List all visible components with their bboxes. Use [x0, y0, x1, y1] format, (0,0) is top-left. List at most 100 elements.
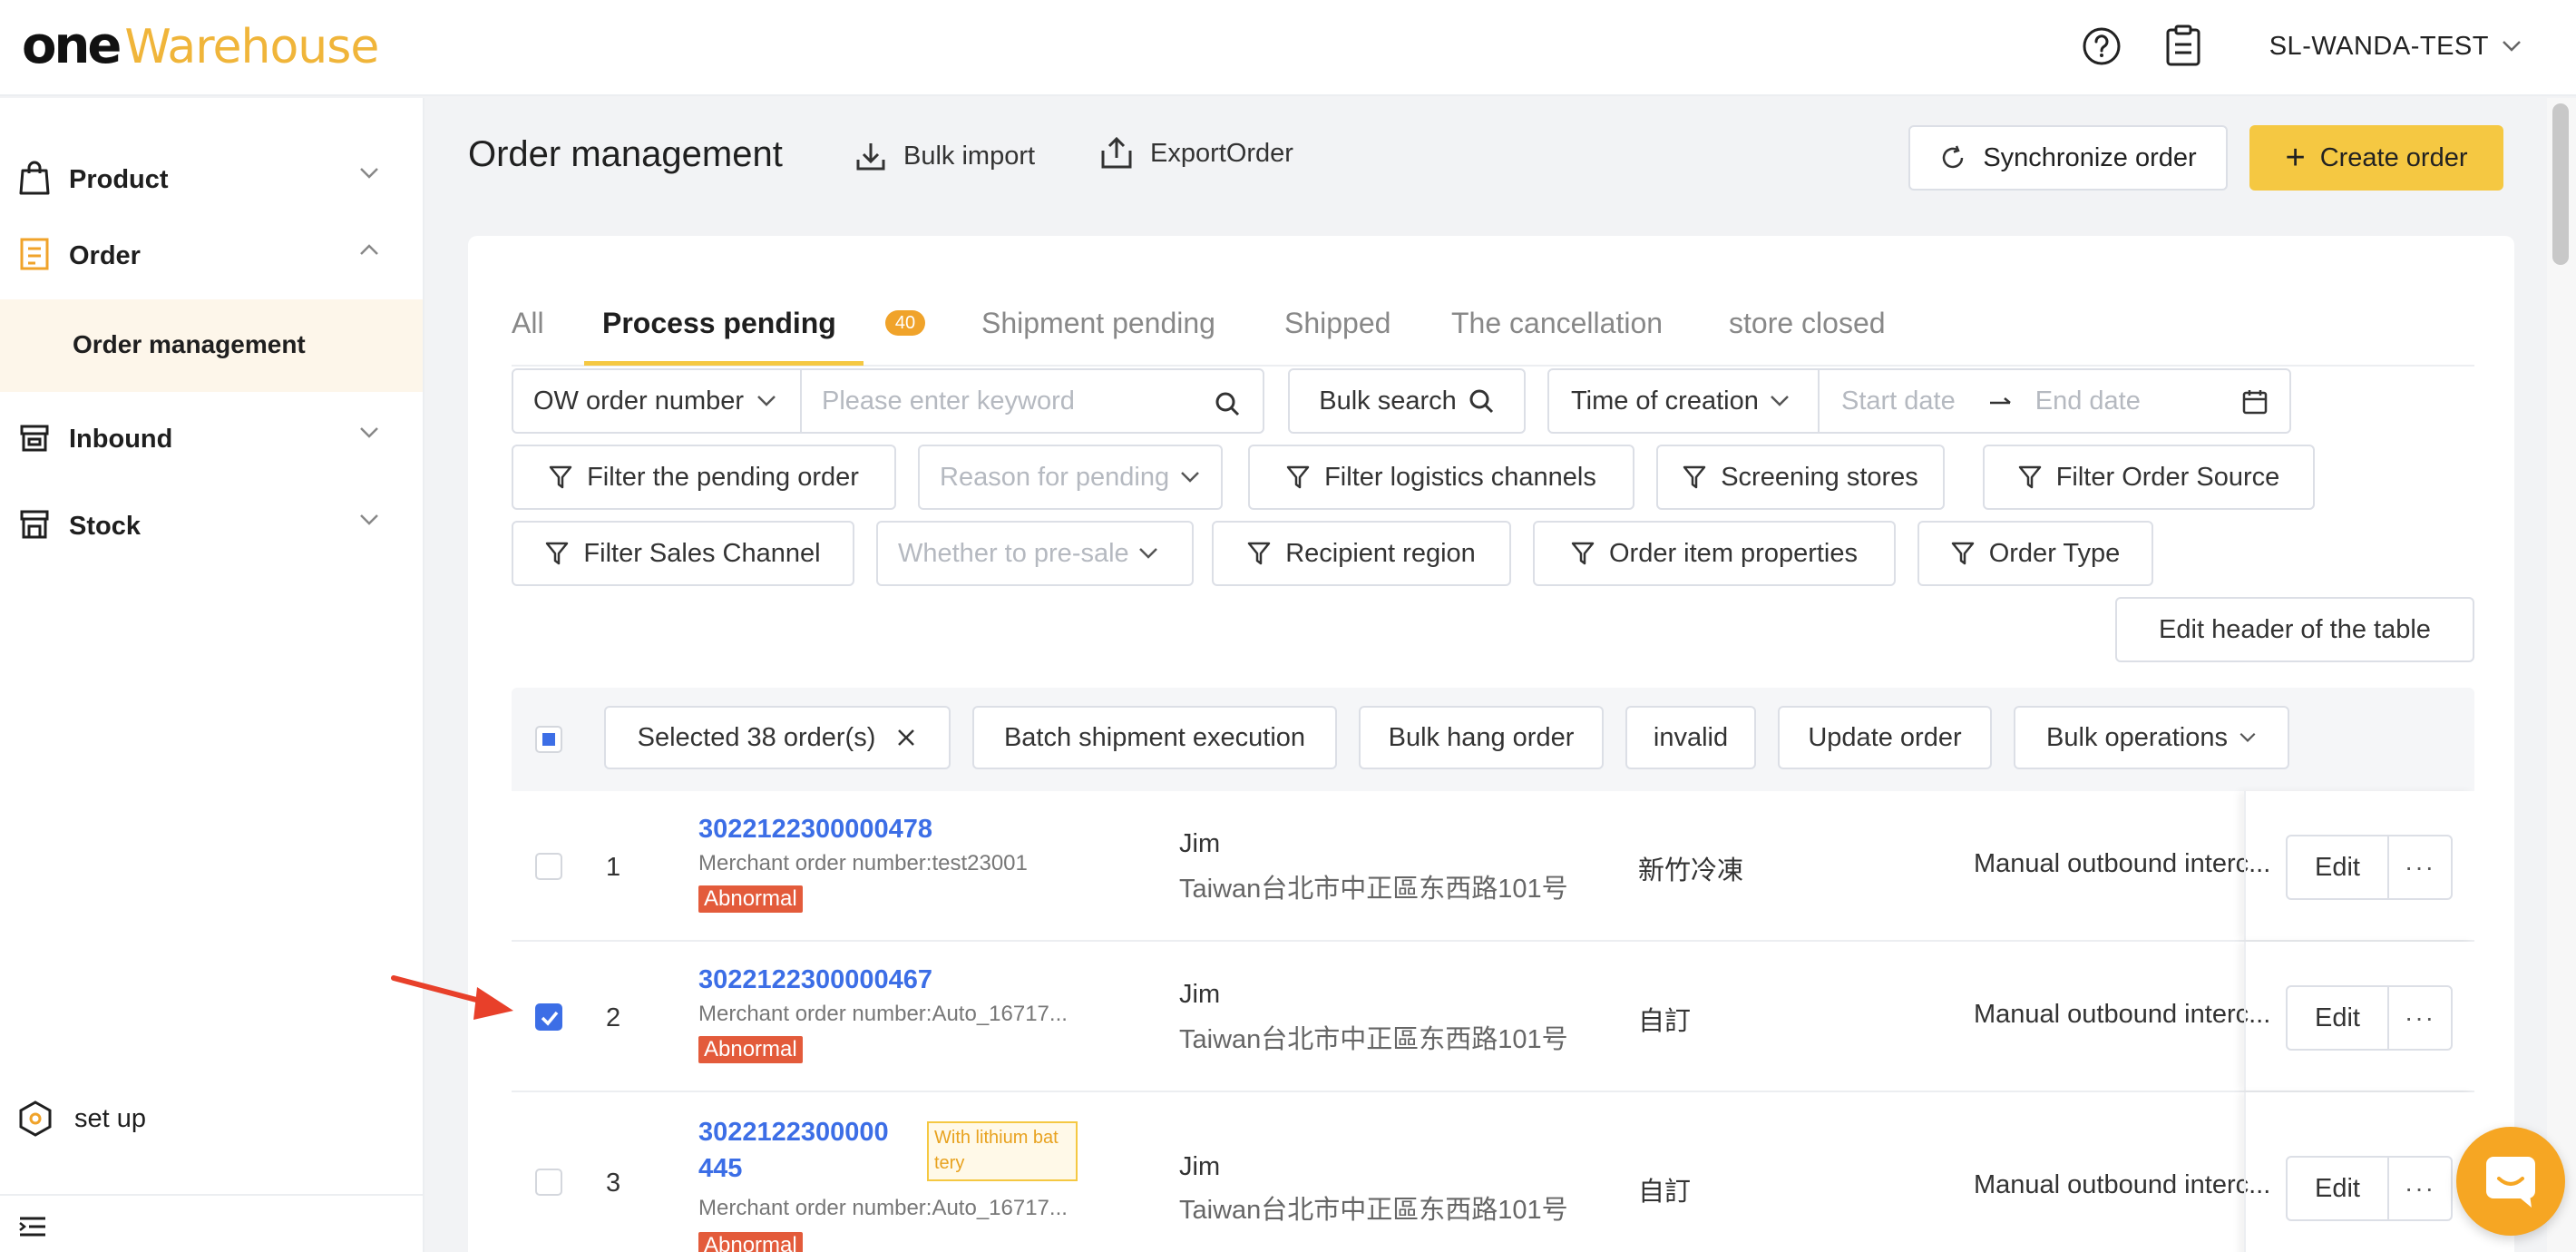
tab-cancellation[interactable]: The cancellation — [1451, 307, 1663, 340]
bag-icon — [19, 161, 50, 195]
header-actions: SL-WANDA-TEST — [2079, 18, 2522, 74]
edit-table-header-button[interactable]: Edit header of the table — [2115, 597, 2474, 662]
recipient-name: Jim — [1179, 1152, 1221, 1181]
sidebar-subitem-order-management[interactable]: Order management — [0, 299, 423, 392]
filter-sales-channel-button[interactable]: Filter Sales Channel — [512, 521, 854, 586]
chat-support-button[interactable] — [2456, 1127, 2565, 1236]
recipient-region-label: Recipient region — [1285, 538, 1476, 568]
date-range-picker[interactable]: Start date End date — [1818, 368, 2291, 434]
screening-stores-label: Screening stores — [1721, 462, 1918, 492]
logistics-channel: 新竹冷凍 — [1638, 856, 1744, 885]
more-actions-button[interactable]: ··· — [2387, 985, 2453, 1051]
merchant-order-number: Merchant order number:test23001 — [698, 851, 1028, 875]
sidebar-item-inbound[interactable]: Inbound — [0, 396, 423, 483]
filter-icon — [1247, 542, 1271, 565]
close-icon[interactable] — [895, 727, 917, 748]
tab-shipment-pending[interactable]: Shipment pending — [981, 307, 1215, 340]
top-header: one Warehouse SL-WANDA-TEST — [0, 0, 2576, 96]
create-order-button[interactable]: + Create order — [2249, 125, 2503, 191]
brand-logo[interactable]: one Warehouse — [22, 16, 379, 75]
batch-shipment-button[interactable]: Batch shipment execution — [972, 706, 1337, 769]
order-number-link[interactable]: 3022122300000478 — [698, 815, 932, 845]
table-row[interactable]: 3 3022122300000 445 With lithium bat ter… — [512, 1092, 2474, 1252]
tab-shipped[interactable]: Shipped — [1284, 307, 1390, 340]
edit-button[interactable]: Edit — [2286, 1156, 2389, 1221]
chevron-down-icon[interactable] — [2502, 40, 2522, 53]
row-index: 2 — [606, 1003, 621, 1032]
keyword-placeholder: Please enter keyword — [822, 386, 1075, 416]
clipboard-icon[interactable] — [2161, 24, 2206, 69]
search-icon[interactable] — [1214, 390, 1241, 417]
order-number-link[interactable]: 3022122300000 — [698, 1118, 889, 1148]
filter-icon — [546, 542, 569, 565]
sidebar: Product Order Order management Inbound S… — [0, 98, 424, 1252]
user-account-name[interactable]: SL-WANDA-TEST — [2269, 32, 2489, 62]
end-date-input[interactable]: End date — [2035, 386, 2141, 416]
recipient-region-button[interactable]: Recipient region — [1212, 521, 1511, 586]
upload-icon — [1101, 136, 1132, 169]
row-index: 3 — [606, 1169, 621, 1198]
edit-table-header-label: Edit header of the table — [2159, 614, 2431, 644]
download-icon — [856, 143, 885, 171]
export-order-button[interactable]: ExportOrder — [1099, 136, 1293, 171]
sidebar-item-stock[interactable]: Stock — [0, 483, 423, 570]
keyword-search-input[interactable]: Please enter keyword — [800, 368, 1264, 434]
recipient-name: Jim — [1179, 980, 1221, 1009]
order-type-button[interactable]: Order Type — [1917, 521, 2153, 586]
chevron-down-icon — [360, 427, 378, 438]
filter-pending-order-button[interactable]: Filter the pending order — [512, 445, 896, 510]
bulk-search-label: Bulk search — [1319, 386, 1457, 416]
help-icon[interactable] — [2079, 24, 2124, 69]
calendar-icon — [2242, 390, 2268, 415]
row-checkbox-checked[interactable] — [535, 1003, 562, 1031]
bulk-import-button[interactable]: Bulk import — [854, 140, 1035, 172]
reason-pending-select[interactable]: Reason for pending — [918, 445, 1223, 510]
filter-order-source-button[interactable]: Filter Order Source — [1983, 445, 2315, 510]
recipient-address: Taiwan台北市中正區东西路101号 — [1179, 875, 1568, 904]
sidebar-item-setup[interactable]: set up — [18, 1096, 146, 1141]
chevron-down-icon — [1138, 548, 1157, 559]
collapse-menu-icon[interactable] — [18, 1216, 47, 1237]
edit-button[interactable]: Edit — [2286, 985, 2389, 1051]
tab-all[interactable]: All — [512, 307, 544, 340]
arrow-right-icon — [1989, 397, 2011, 405]
row-index: 1 — [606, 853, 621, 882]
chevron-down-icon — [360, 514, 378, 525]
tab-process-pending[interactable]: Process pending — [602, 307, 836, 340]
bulk-search-button[interactable]: Bulk search — [1288, 368, 1526, 434]
screening-stores-button[interactable]: Screening stores — [1656, 445, 1945, 510]
sidebar-item-order[interactable]: Order — [0, 212, 423, 299]
start-date-input[interactable]: Start date — [1841, 386, 1956, 416]
page-scrollbar[interactable] — [2547, 98, 2576, 1252]
more-actions-button[interactable]: ··· — [2387, 1156, 2453, 1221]
time-field-select[interactable]: Time of creation — [1547, 368, 1820, 434]
scrollbar-thumb[interactable] — [2552, 103, 2569, 265]
tab-store-closed[interactable]: store closed — [1729, 307, 1886, 340]
update-order-button[interactable]: Update order — [1778, 706, 1992, 769]
order-number-link[interactable]: 3022122300000467 — [698, 965, 932, 995]
search-field-select[interactable]: OW order number — [512, 368, 802, 434]
red-arrow-icon — [391, 975, 513, 1020]
select-all-checkbox[interactable] — [535, 726, 562, 753]
table-row[interactable]: 1 3022122300000478 Merchant order number… — [512, 791, 2474, 942]
row-checkbox[interactable] — [535, 853, 562, 880]
table-row[interactable]: 2 3022122300000467 Merchant order number… — [512, 942, 2474, 1092]
row-checkbox[interactable] — [535, 1169, 562, 1196]
filter-icon — [549, 465, 572, 489]
recipient-name: Jim — [1179, 829, 1221, 858]
presale-select[interactable]: Whether to pre-sale — [876, 521, 1194, 586]
recipient-address: Taiwan台北市中正區东西路101号 — [1179, 1025, 1568, 1054]
edit-button[interactable]: Edit — [2286, 835, 2389, 900]
bulk-operations-dropdown[interactable]: Bulk operations — [2014, 706, 2289, 769]
selected-orders-chip[interactable]: Selected 38 order(s) — [604, 706, 951, 769]
bulk-hang-order-button[interactable]: Bulk hang order — [1359, 706, 1604, 769]
selected-orders-label: Selected 38 order(s) — [637, 722, 876, 752]
order-number-link-continued[interactable]: 445 — [698, 1154, 742, 1184]
synchronize-order-button[interactable]: Synchronize order — [1908, 125, 2228, 191]
filter-logistics-button[interactable]: Filter logistics channels — [1248, 445, 1634, 510]
more-actions-button[interactable]: ··· — [2387, 835, 2453, 900]
synchronize-order-label: Synchronize order — [1983, 142, 2197, 172]
sidebar-item-product[interactable]: Product — [0, 136, 423, 223]
order-item-properties-button[interactable]: Order item properties — [1533, 521, 1896, 586]
invalid-button[interactable]: invalid — [1625, 706, 1756, 769]
